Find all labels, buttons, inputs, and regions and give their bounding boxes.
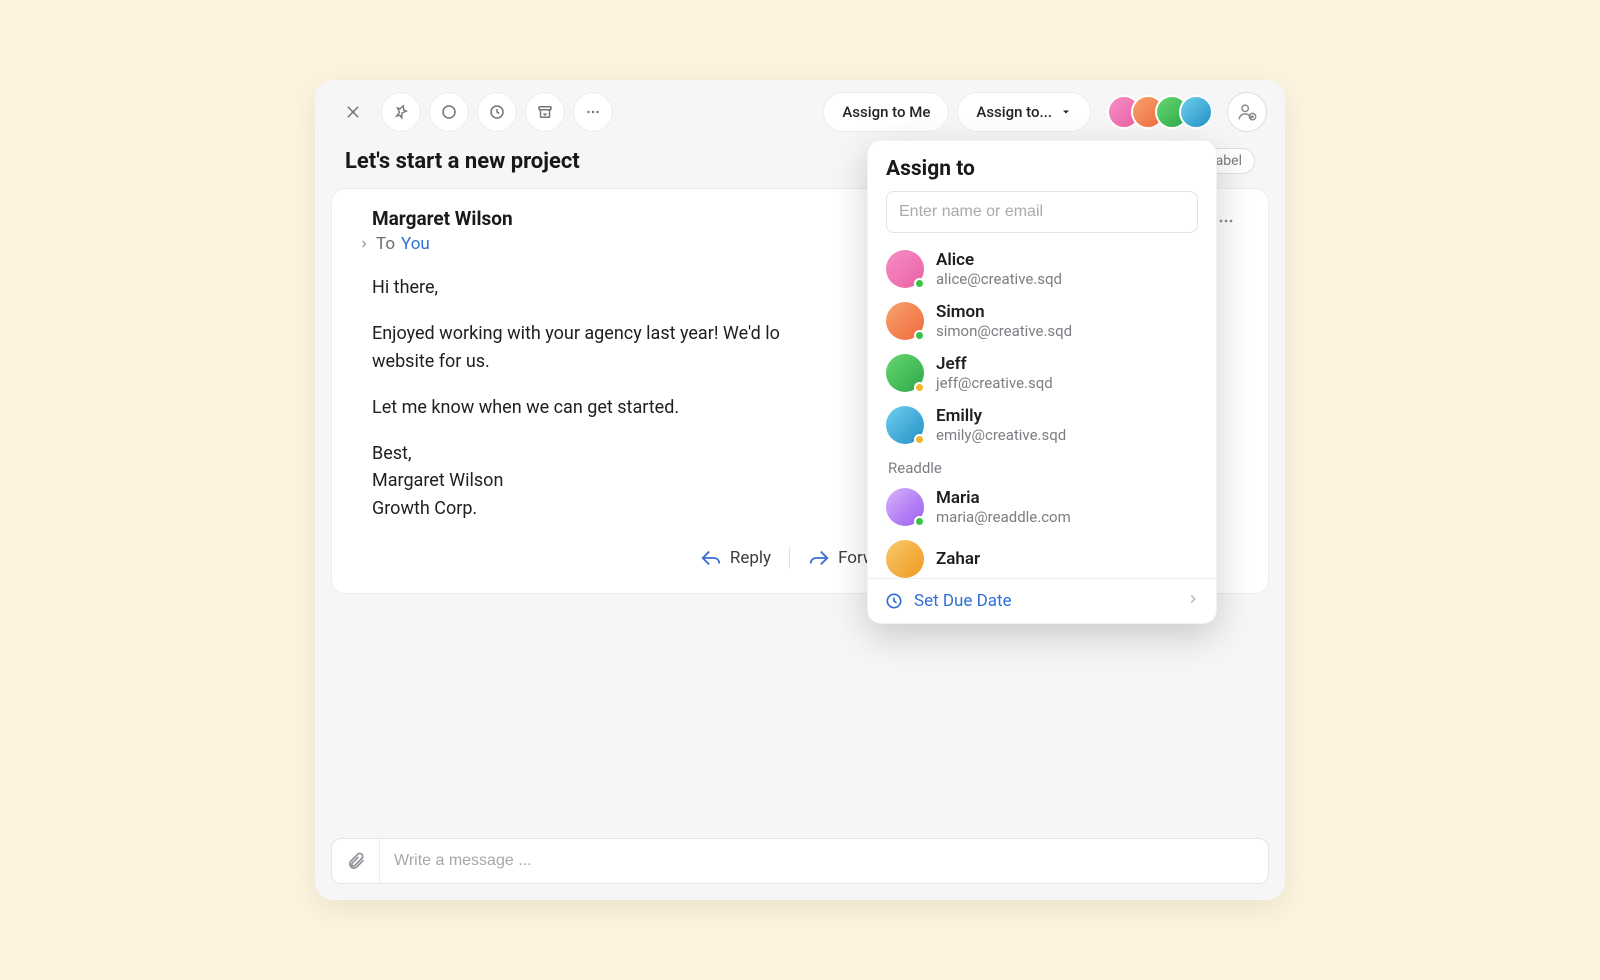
add-person-button[interactable] (1227, 92, 1267, 132)
compose-input[interactable] (380, 852, 1268, 870)
assignee-avatars (1107, 95, 1213, 129)
assign-to-me-button[interactable]: Assign to Me (823, 92, 949, 132)
message-sender: Margaret Wilson (372, 207, 513, 230)
assign-to-me-label: Assign to Me (842, 103, 930, 121)
chevron-right-icon (1186, 591, 1200, 611)
mark-button[interactable] (429, 92, 469, 132)
avatar (886, 354, 924, 392)
set-due-date-button[interactable]: Set Due Date (868, 578, 1216, 623)
contact-list: Alice alice@creative.sqd Simon simon@cre… (868, 243, 1216, 578)
status-dot-icon (914, 330, 925, 341)
contact-name: Maria (936, 488, 1071, 508)
assign-to-popover: Assign to Alice alice@creative.sqd Simon… (867, 140, 1217, 624)
assign-to-button[interactable]: Assign to... (957, 92, 1091, 132)
contact-row[interactable]: Maria maria@readdle.com (876, 481, 1208, 533)
avatar (886, 250, 924, 288)
pin-button[interactable] (381, 92, 421, 132)
archive-button[interactable] (525, 92, 565, 132)
circle-icon (440, 103, 458, 121)
clock-icon (488, 103, 506, 121)
reply-button[interactable]: Reply (682, 541, 789, 575)
person-add-icon (1236, 101, 1258, 123)
pin-icon (393, 104, 409, 120)
avatar (886, 406, 924, 444)
compose-bar (331, 838, 1269, 884)
avatar (886, 488, 924, 526)
avatar (886, 540, 924, 578)
contact-row[interactable]: Emilly emily@creative.sqd (876, 399, 1208, 451)
contact-group-label: Readdle (876, 451, 1208, 481)
contact-name: Alice (936, 250, 1062, 270)
toolbar: Assign to Me Assign to... (315, 80, 1285, 138)
contact-row[interactable]: Jeff jeff@creative.sqd (876, 347, 1208, 399)
chevron-down-icon (1060, 106, 1072, 118)
paperclip-icon (346, 851, 366, 871)
status-dot-icon (914, 382, 925, 393)
status-dot-icon (914, 516, 925, 527)
contact-email: simon@creative.sqd (936, 322, 1072, 340)
to-label: To (376, 234, 395, 254)
forward-icon (808, 547, 830, 569)
contact-email: alice@creative.sqd (936, 270, 1062, 288)
status-dot-icon (914, 278, 925, 289)
archive-icon (536, 103, 554, 121)
contact-row[interactable]: Alice alice@creative.sqd (876, 243, 1208, 295)
message-recipients[interactable]: To You (372, 234, 513, 254)
reply-icon (700, 547, 722, 569)
email-window: Assign to Me Assign to... Let's start a … (315, 80, 1285, 900)
popover-title: Assign to (868, 141, 1216, 191)
clock-icon (884, 591, 904, 611)
contact-email: jeff@creative.sqd (936, 374, 1053, 392)
to-value: You (401, 234, 430, 254)
popover-search-input[interactable] (886, 191, 1198, 233)
contact-name: Jeff (936, 354, 1053, 374)
ellipsis-icon (1216, 211, 1236, 231)
close-icon (344, 103, 362, 121)
attach-button[interactable] (332, 839, 380, 883)
assign-to-label: Assign to... (976, 103, 1052, 121)
contact-row[interactable]: Zahar (876, 533, 1208, 578)
contact-name: Zahar (936, 549, 980, 569)
set-due-date-label: Set Due Date (914, 591, 1012, 611)
contact-email: maria@readdle.com (936, 508, 1071, 526)
status-dot-icon (914, 434, 925, 445)
contact-name: Emilly (936, 406, 1066, 426)
chevron-right-icon (358, 235, 370, 255)
reply-label: Reply (730, 548, 771, 568)
ellipsis-icon (584, 103, 602, 121)
contact-email: emily@creative.sqd (936, 426, 1066, 444)
more-button[interactable] (573, 92, 613, 132)
snooze-button[interactable] (477, 92, 517, 132)
contact-name: Simon (936, 302, 1072, 322)
contact-row[interactable]: Simon simon@creative.sqd (876, 295, 1208, 347)
avatar[interactable] (1179, 95, 1213, 129)
close-button[interactable] (333, 92, 373, 132)
avatar (886, 302, 924, 340)
